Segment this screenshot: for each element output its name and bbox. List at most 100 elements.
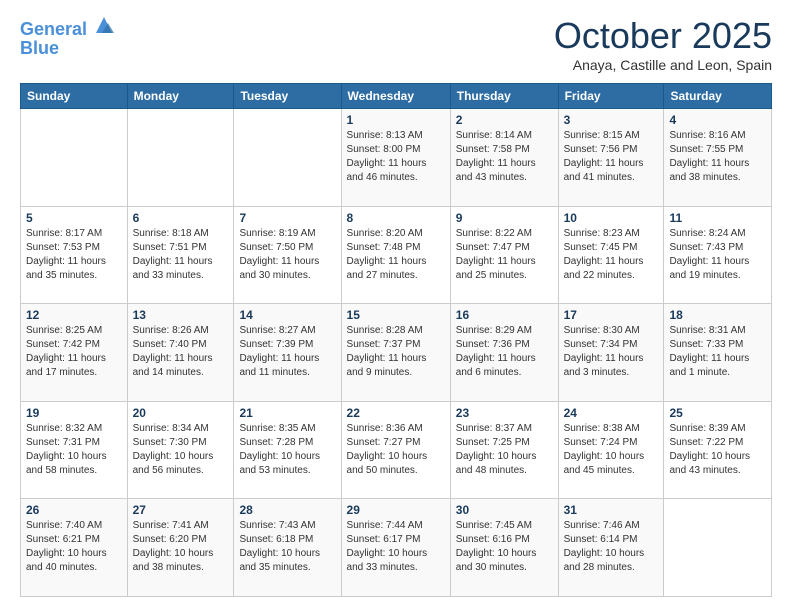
day-number: 29: [347, 503, 445, 517]
day-info: Sunrise: 8:22 AM Sunset: 7:47 PM Dayligh…: [456, 227, 553, 283]
day-info: Sunrise: 8:36 AM Sunset: 7:27 PM Dayligh…: [347, 422, 445, 478]
calendar-cell: 18 Sunrise: 8:31 AM Sunset: 7:33 PM Dayli…: [664, 304, 772, 402]
day-info: Sunrise: 8:37 AM Sunset: 7:25 PM Dayligh…: [456, 422, 553, 478]
day-info: Sunrise: 8:18 AM Sunset: 7:51 PM Dayligh…: [133, 227, 229, 283]
calendar-week-1: 1Sunrise: 8:13 AM Sunset: 8:00 PM Daylig…: [21, 109, 772, 207]
calendar-cell: 8 Sunrise: 8:20 AM Sunset: 7:48 PM Daylig…: [341, 206, 450, 304]
day-number: 16: [456, 308, 553, 322]
day-info: Sunrise: 8:34 AM Sunset: 7:30 PM Dayligh…: [133, 422, 229, 478]
header-friday: Friday: [558, 84, 664, 109]
header-thursday: Thursday: [450, 84, 558, 109]
calendar-cell: 12 Sunrise: 8:25 AM Sunset: 7:42 PM Dayli…: [21, 304, 128, 402]
calendar-cell: 1Sunrise: 8:13 AM Sunset: 8:00 PM Daylig…: [341, 109, 450, 207]
calendar-cell: 15Sunrise: 8:28 AM Sunset: 7:37 PM Dayli…: [341, 304, 450, 402]
calendar-cell: 28Sunrise: 7:43 AM Sunset: 6:18 PM Dayli…: [234, 499, 341, 597]
day-number: 3: [564, 113, 659, 127]
day-number: 11: [669, 211, 766, 225]
day-info: Sunrise: 7:44 AM Sunset: 6:17 PM Dayligh…: [347, 519, 445, 575]
day-number: 25: [669, 406, 766, 420]
calendar-table: Sunday Monday Tuesday Wednesday Thursday…: [20, 83, 772, 597]
calendar-cell: 3Sunrise: 8:15 AM Sunset: 7:56 PM Daylig…: [558, 109, 664, 207]
day-number: 26: [26, 503, 122, 517]
day-info: Sunrise: 7:41 AM Sunset: 6:20 PM Dayligh…: [133, 519, 229, 575]
day-info: Sunrise: 8:14 AM Sunset: 7:58 PM Dayligh…: [456, 129, 553, 185]
day-info: Sunrise: 7:45 AM Sunset: 6:16 PM Dayligh…: [456, 519, 553, 575]
calendar-week-4: 19 Sunrise: 8:32 AM Sunset: 7:31 PM Dayli…: [21, 401, 772, 499]
logo: General Blue: [20, 15, 114, 59]
calendar-cell: [234, 109, 341, 207]
calendar-cell: [664, 499, 772, 597]
day-number: 12: [26, 308, 122, 322]
day-info: Sunrise: 8:31 AM Sunset: 7:33 PM Dayligh…: [669, 324, 766, 380]
calendar-week-3: 12 Sunrise: 8:25 AM Sunset: 7:42 PM Dayli…: [21, 304, 772, 402]
day-number: 22: [347, 406, 445, 420]
calendar-cell: 20 Sunrise: 8:34 AM Sunset: 7:30 PM Dayli…: [127, 401, 234, 499]
day-info: Sunrise: 8:38 AM Sunset: 7:24 PM Dayligh…: [564, 422, 659, 478]
day-info: Sunrise: 8:32 AM Sunset: 7:31 PM Dayligh…: [26, 422, 122, 478]
calendar-cell: 26 Sunrise: 7:40 AM Sunset: 6:21 PM Dayli…: [21, 499, 128, 597]
calendar-cell: 6Sunrise: 8:18 AM Sunset: 7:51 PM Daylig…: [127, 206, 234, 304]
location: Anaya, Castille and Leon, Spain: [554, 57, 772, 73]
header-tuesday: Tuesday: [234, 84, 341, 109]
logo-blue: Blue: [20, 38, 114, 59]
calendar-cell: 11 Sunrise: 8:24 AM Sunset: 7:43 PM Dayli…: [664, 206, 772, 304]
calendar-cell: 7 Sunrise: 8:19 AM Sunset: 7:50 PM Daylig…: [234, 206, 341, 304]
day-number: 7: [239, 211, 335, 225]
day-number: 31: [564, 503, 659, 517]
day-info: Sunrise: 8:26 AM Sunset: 7:40 PM Dayligh…: [133, 324, 229, 380]
day-number: 30: [456, 503, 553, 517]
day-number: 18: [669, 308, 766, 322]
calendar-cell: [127, 109, 234, 207]
day-info: Sunrise: 7:40 AM Sunset: 6:21 PM Dayligh…: [26, 519, 122, 575]
day-info: Sunrise: 8:23 AM Sunset: 7:45 PM Dayligh…: [564, 227, 659, 283]
day-info: Sunrise: 8:20 AM Sunset: 7:48 PM Dayligh…: [347, 227, 445, 283]
day-number: 21: [239, 406, 335, 420]
header: General Blue October 2025 Anaya, Castill…: [20, 15, 772, 73]
day-info: Sunrise: 8:24 AM Sunset: 7:43 PM Dayligh…: [669, 227, 766, 283]
calendar-cell: 14Sunrise: 8:27 AM Sunset: 7:39 PM Dayli…: [234, 304, 341, 402]
calendar-cell: 31 Sunrise: 7:46 AM Sunset: 6:14 PM Dayli…: [558, 499, 664, 597]
calendar-cell: [21, 109, 128, 207]
day-number: 1: [347, 113, 445, 127]
calendar-week-2: 5 Sunrise: 8:17 AM Sunset: 7:53 PM Daylig…: [21, 206, 772, 304]
day-number: 8: [347, 211, 445, 225]
day-info: Sunrise: 7:46 AM Sunset: 6:14 PM Dayligh…: [564, 519, 659, 575]
title-block: October 2025 Anaya, Castille and Leon, S…: [554, 15, 772, 73]
calendar-cell: 9Sunrise: 8:22 AM Sunset: 7:47 PM Daylig…: [450, 206, 558, 304]
calendar-cell: 16 Sunrise: 8:29 AM Sunset: 7:36 PM Dayli…: [450, 304, 558, 402]
day-number: 28: [239, 503, 335, 517]
day-info: Sunrise: 8:17 AM Sunset: 7:53 PM Dayligh…: [26, 227, 122, 283]
day-number: 27: [133, 503, 229, 517]
calendar-cell: 21 Sunrise: 8:35 AM Sunset: 7:28 PM Dayli…: [234, 401, 341, 499]
calendar-cell: 25Sunrise: 8:39 AM Sunset: 7:22 PM Dayli…: [664, 401, 772, 499]
calendar-cell: 17 Sunrise: 8:30 AM Sunset: 7:34 PM Dayli…: [558, 304, 664, 402]
header-monday: Monday: [127, 84, 234, 109]
logo-text: General: [20, 15, 114, 40]
calendar-body: 1Sunrise: 8:13 AM Sunset: 8:00 PM Daylig…: [21, 109, 772, 597]
header-wednesday: Wednesday: [341, 84, 450, 109]
calendar-cell: 10Sunrise: 8:23 AM Sunset: 7:45 PM Dayli…: [558, 206, 664, 304]
calendar-cell: 5 Sunrise: 8:17 AM Sunset: 7:53 PM Daylig…: [21, 206, 128, 304]
day-number: 4: [669, 113, 766, 127]
calendar-cell: 24Sunrise: 8:38 AM Sunset: 7:24 PM Dayli…: [558, 401, 664, 499]
day-number: 19: [26, 406, 122, 420]
calendar-cell: 29 Sunrise: 7:44 AM Sunset: 6:17 PM Dayli…: [341, 499, 450, 597]
calendar-cell: 4Sunrise: 8:16 AM Sunset: 7:55 PM Daylig…: [664, 109, 772, 207]
day-info: Sunrise: 8:25 AM Sunset: 7:42 PM Dayligh…: [26, 324, 122, 380]
day-number: 5: [26, 211, 122, 225]
day-info: Sunrise: 8:35 AM Sunset: 7:28 PM Dayligh…: [239, 422, 335, 478]
day-info: Sunrise: 8:19 AM Sunset: 7:50 PM Dayligh…: [239, 227, 335, 283]
day-number: 17: [564, 308, 659, 322]
calendar-cell: 2Sunrise: 8:14 AM Sunset: 7:58 PM Daylig…: [450, 109, 558, 207]
day-number: 13: [133, 308, 229, 322]
day-info: Sunrise: 8:30 AM Sunset: 7:34 PM Dayligh…: [564, 324, 659, 380]
header-sunday: Sunday: [21, 84, 128, 109]
day-number: 20: [133, 406, 229, 420]
calendar-cell: 13 Sunrise: 8:26 AM Sunset: 7:40 PM Dayli…: [127, 304, 234, 402]
calendar-cell: 27 Sunrise: 7:41 AM Sunset: 6:20 PM Dayli…: [127, 499, 234, 597]
day-info: Sunrise: 8:29 AM Sunset: 7:36 PM Dayligh…: [456, 324, 553, 380]
day-number: 14: [239, 308, 335, 322]
calendar-cell: 22 Sunrise: 8:36 AM Sunset: 7:27 PM Dayli…: [341, 401, 450, 499]
calendar-header-row: Sunday Monday Tuesday Wednesday Thursday…: [21, 84, 772, 109]
calendar-cell: 23Sunrise: 8:37 AM Sunset: 7:25 PM Dayli…: [450, 401, 558, 499]
